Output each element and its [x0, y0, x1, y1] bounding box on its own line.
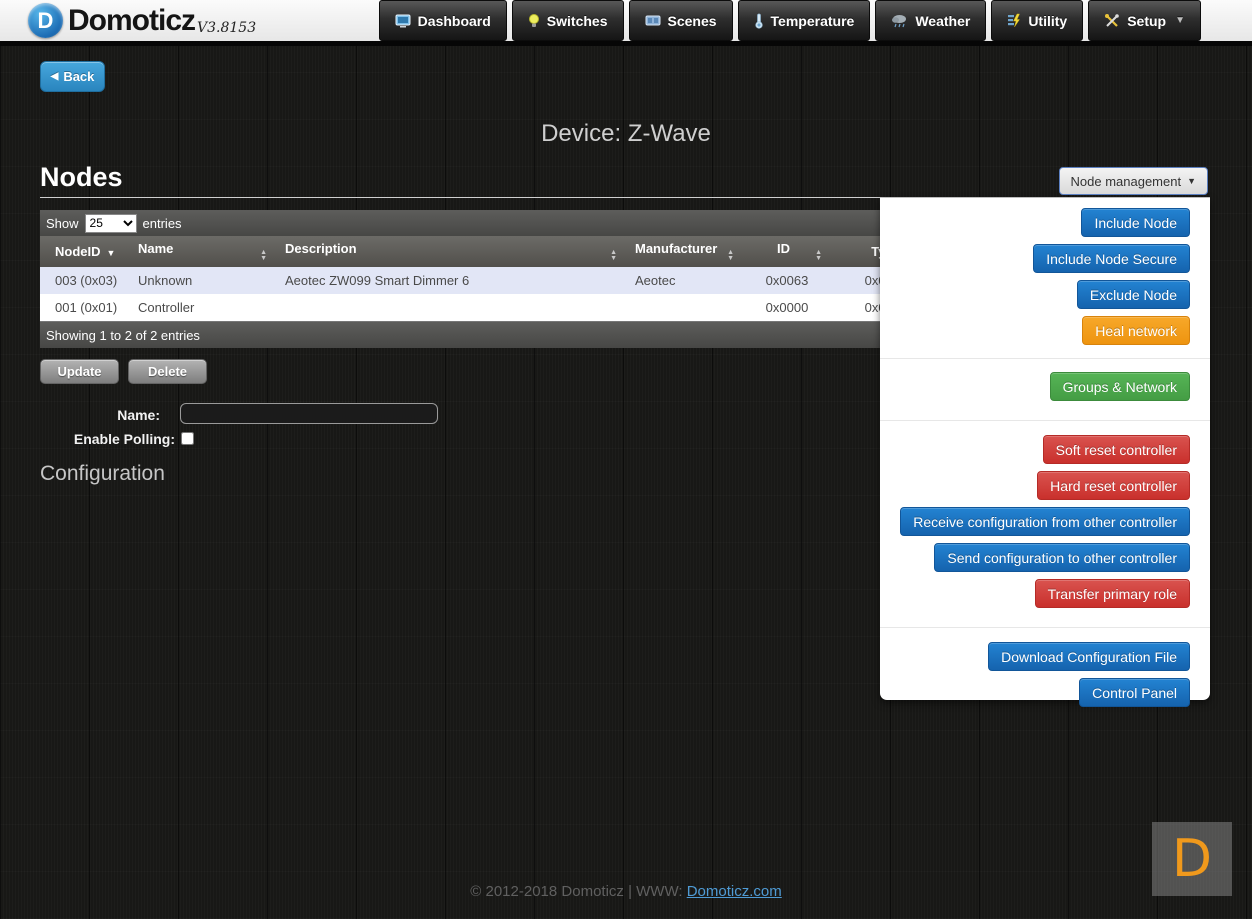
- delete-button[interactable]: Delete: [128, 359, 207, 384]
- header-divider: [0, 41, 1252, 46]
- menu-group-controller: Soft reset controller Hard reset control…: [880, 420, 1210, 627]
- scenes-icon: [645, 14, 661, 27]
- cell-nodeid: 001 (0x01): [40, 294, 128, 321]
- back-arrow-icon: ◀: [51, 71, 59, 82]
- nav-label: Temperature: [771, 13, 855, 29]
- nav-label: Setup: [1127, 13, 1166, 29]
- menu-group-tools: Download Configuration File Control Pane…: [880, 627, 1210, 723]
- cell-description: [275, 294, 625, 321]
- column-label: Manufacturer: [635, 241, 717, 256]
- caret-down-icon: ▼: [1187, 176, 1196, 186]
- menu-group-inclusion: Include Node Include Node Secure Exclude…: [880, 198, 1210, 358]
- column-header-name[interactable]: Name ▲▼: [128, 236, 275, 267]
- page-length-select[interactable]: 25: [85, 214, 137, 233]
- nav-item-scenes[interactable]: Scenes: [629, 0, 733, 41]
- domoticz-watermark: D: [1152, 822, 1232, 896]
- configuration-section-title: Configuration: [40, 462, 165, 486]
- hard-reset-controller-button[interactable]: Hard reset controller: [1037, 471, 1190, 500]
- cell-name: Unknown: [128, 267, 275, 294]
- cell-manufacturer: Aeotec: [625, 267, 742, 294]
- nav-item-weather[interactable]: Weather: [875, 0, 986, 41]
- nav-label: Scenes: [668, 13, 717, 29]
- watermark-letter: D: [1172, 829, 1212, 889]
- footer: © 2012-2018 Domoticz | WWW: Domoticz.com: [0, 883, 1252, 900]
- cell-id: 0x0000: [742, 294, 830, 321]
- domoticz-logo: D Domoticz V3.8153: [28, 3, 256, 38]
- domoticz-logo-icon: D: [28, 3, 63, 38]
- column-label: Description: [285, 241, 357, 256]
- setup-icon: [1104, 13, 1120, 28]
- weather-icon: [891, 13, 908, 28]
- transfer-primary-role-button[interactable]: Transfer primary role: [1035, 579, 1190, 608]
- column-label: NodeID: [55, 244, 101, 259]
- update-button[interactable]: Update: [40, 359, 119, 384]
- nav-item-utility[interactable]: Utility: [991, 0, 1083, 41]
- utility-icon: [1007, 13, 1021, 28]
- node-management-label: Node management: [1071, 174, 1182, 189]
- name-field-label: Name:: [0, 407, 160, 423]
- include-node-secure-button[interactable]: Include Node Secure: [1033, 244, 1190, 273]
- enable-polling-label: Enable Polling:: [0, 431, 175, 447]
- column-label: Name: [138, 241, 173, 256]
- nav-label: Utility: [1028, 13, 1067, 29]
- include-node-button[interactable]: Include Node: [1081, 208, 1190, 237]
- show-label: Show: [46, 216, 79, 231]
- nav-label: Switches: [547, 13, 608, 29]
- sort-icon: ▲▼: [815, 250, 822, 262]
- heal-network-button[interactable]: Heal network: [1082, 316, 1190, 345]
- domoticz-link[interactable]: Domoticz.com: [687, 883, 782, 900]
- groups-network-button[interactable]: Groups & Network: [1050, 372, 1190, 401]
- page-title: Device: Z-Wave: [0, 120, 1252, 148]
- node-management-menu: Include Node Include Node Secure Exclude…: [880, 198, 1210, 700]
- cell-id: 0x0063: [742, 267, 830, 294]
- nav-label: Dashboard: [418, 13, 491, 29]
- cell-description: Aeotec ZW099 Smart Dimmer 6: [275, 267, 625, 294]
- copyright-text: © 2012-2018 Domoticz | WWW:: [470, 883, 686, 900]
- entries-label: entries: [143, 216, 182, 231]
- chevron-down-icon: ▼: [1175, 15, 1185, 26]
- nav-label: Weather: [915, 13, 970, 29]
- nodes-section-title: Nodes: [40, 162, 123, 193]
- nav-item-switches[interactable]: Switches: [512, 0, 624, 41]
- receive-configuration-button[interactable]: Receive configuration from other control…: [900, 507, 1190, 536]
- logo-title: Domoticz: [68, 4, 195, 38]
- back-label: Back: [63, 69, 94, 84]
- soft-reset-controller-button[interactable]: Soft reset controller: [1043, 435, 1190, 464]
- column-label: ID: [777, 241, 790, 256]
- temperature-icon: [754, 13, 764, 29]
- column-header-id[interactable]: ID ▲▼: [742, 236, 830, 267]
- menu-group-network: Groups & Network: [880, 358, 1210, 420]
- name-input[interactable]: [180, 403, 438, 424]
- exclude-node-button[interactable]: Exclude Node: [1077, 280, 1190, 309]
- download-configuration-button[interactable]: Download Configuration File: [988, 642, 1190, 671]
- top-header-bar: D Domoticz V3.8153 Dashboard Switches Sc…: [0, 0, 1252, 41]
- cell-nodeid: 003 (0x03): [40, 267, 128, 294]
- nav-item-temperature[interactable]: Temperature: [738, 0, 871, 41]
- logo-version: V3.8153: [197, 20, 256, 36]
- nav-item-dashboard[interactable]: Dashboard: [379, 0, 507, 41]
- send-configuration-button[interactable]: Send configuration to other controller: [934, 543, 1190, 572]
- sort-icon: ▲▼: [727, 250, 734, 262]
- enable-polling-checkbox[interactable]: [181, 432, 194, 445]
- switches-icon: [528, 13, 540, 29]
- dashboard-icon: [395, 14, 411, 28]
- cell-manufacturer: [625, 294, 742, 321]
- sort-icon: ▲▼: [610, 250, 617, 262]
- nav-item-setup[interactable]: Setup ▼: [1088, 0, 1201, 41]
- sort-desc-icon: ▼: [107, 248, 116, 258]
- sort-icon: ▲▼: [260, 250, 267, 262]
- column-header-description[interactable]: Description ▲▼: [275, 236, 625, 267]
- column-header-manufacturer[interactable]: Manufacturer ▲▼: [625, 236, 742, 267]
- node-management-dropdown-button[interactable]: Node management ▼: [1059, 167, 1209, 195]
- cell-name: Controller: [128, 294, 275, 321]
- control-panel-button[interactable]: Control Panel: [1079, 678, 1190, 707]
- back-button[interactable]: ◀ Back: [40, 61, 105, 92]
- main-nav: Dashboard Switches Scenes Temperature We…: [379, 0, 1201, 41]
- column-header-nodeid[interactable]: NodeID ▼: [40, 236, 128, 267]
